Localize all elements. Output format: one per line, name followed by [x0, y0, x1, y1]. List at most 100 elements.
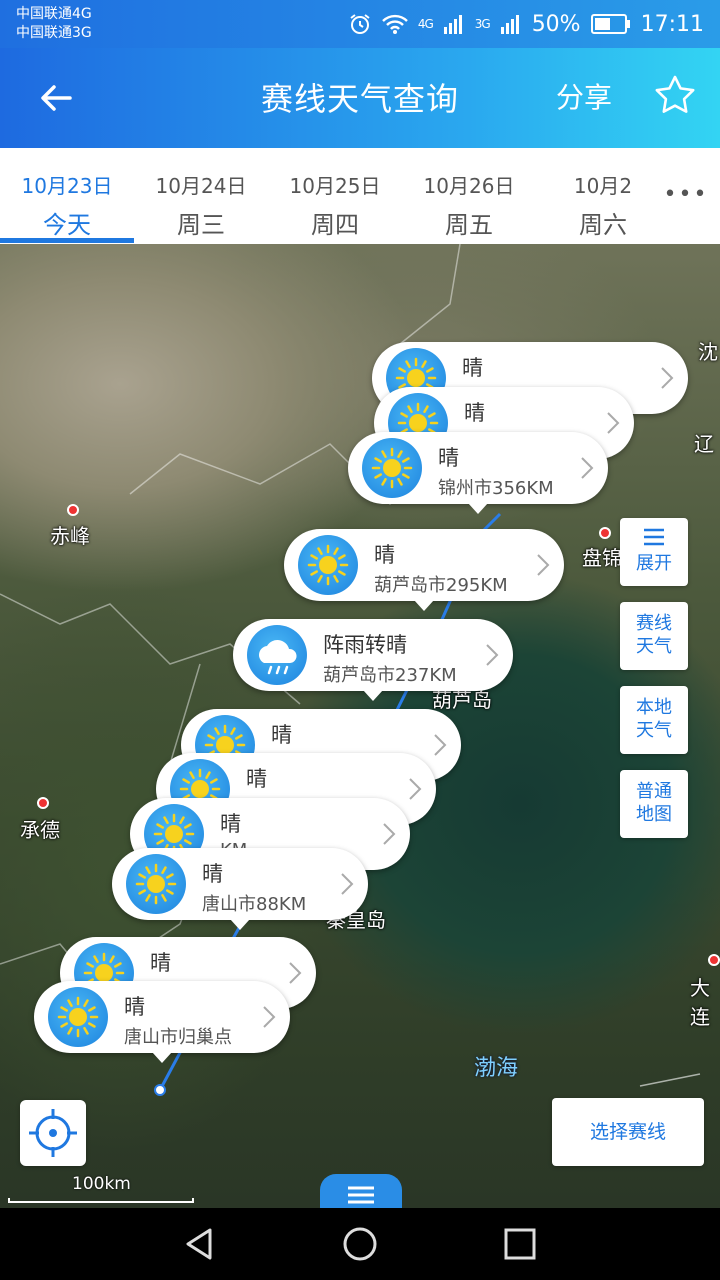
callout-location: 葫芦岛市295KM: [374, 575, 508, 596]
city-label: 大连: [690, 976, 710, 1029]
weather-callout[interactable]: 晴唐山市88KM: [112, 848, 368, 930]
chevron-right-icon: [288, 961, 302, 985]
tab-date-label: 10月26日: [423, 174, 515, 198]
expand-label: 展开: [636, 553, 672, 574]
tab-weekday-label: 周三: [177, 211, 225, 239]
chevron-right-icon: [340, 872, 354, 896]
more-dates-button[interactable]: •••: [652, 148, 720, 244]
callout-condition: 晴: [150, 951, 171, 975]
route-weather-button[interactable]: 赛线天气: [620, 602, 688, 670]
callout-condition: 晴: [220, 812, 241, 836]
tab-date-4[interactable]: 10月26日 周五: [402, 170, 536, 240]
carrier-2: 中国联通3G: [16, 25, 92, 41]
callout-condition: 晴: [374, 543, 395, 567]
tab-date-1[interactable]: 10月23日 今天: [0, 170, 134, 240]
tab-weekday-label: 周四: [311, 211, 359, 239]
chevron-right-icon: [536, 553, 550, 577]
tab-weekday-label: 周五: [445, 211, 493, 239]
normal-map-label: 普通地图: [636, 781, 672, 825]
chevron-right-icon: [580, 456, 594, 480]
tab-date-3[interactable]: 10月25日 周四: [268, 170, 402, 240]
tab-weekday-label: 周六: [579, 211, 627, 239]
app-bar: 赛线天气查询 分享: [0, 48, 720, 148]
tab-weekday-label: 今天: [43, 211, 91, 239]
sunny-icon: [126, 854, 186, 914]
city-label: 赤峰: [50, 524, 90, 548]
weather-callout[interactable]: 晴唐山市归巢点: [34, 981, 290, 1063]
local-weather-button[interactable]: 本地天气: [620, 686, 688, 754]
callout-location: 葫芦岛市237KM: [323, 665, 457, 686]
signal-4g-icon: [443, 15, 462, 34]
tab-date-label: 10月2: [573, 174, 633, 198]
city-label: 盘锦: [582, 546, 622, 570]
callout-condition: 晴: [271, 723, 292, 747]
menu-lines-icon: [644, 528, 664, 546]
status-bar: 中国联通4G 中国联通3G 4G 3G 50% 17:11: [0, 0, 720, 48]
nav-home-icon[interactable]: [340, 1224, 380, 1264]
callout-location: 唐山市88KM: [202, 894, 307, 915]
chevron-right-icon: [485, 643, 499, 667]
tab-date-label: 10月23日: [21, 174, 113, 198]
callout-condition: 晴: [462, 356, 483, 380]
chevron-right-icon: [660, 366, 674, 390]
chevron-right-icon: [408, 777, 422, 801]
callout-condition: 晴: [438, 446, 459, 470]
chevron-right-icon: [606, 411, 620, 435]
active-tab-indicator: [0, 238, 134, 243]
wifi-icon: [381, 14, 408, 34]
carrier-1: 中国联通4G: [16, 6, 92, 22]
locate-button[interactable]: [20, 1100, 86, 1166]
expand-button[interactable]: 展开: [620, 518, 688, 586]
callout-condition: 晴: [246, 767, 267, 791]
system-nav-bar: [0, 1208, 720, 1280]
tab-date-2[interactable]: 10月24日 周三: [134, 170, 268, 240]
weather-callout[interactable]: 阵雨转晴葫芦岛市237KM: [233, 619, 513, 701]
route-weather-label: 赛线天气: [636, 613, 672, 657]
callout-condition: 晴: [202, 862, 223, 886]
crosshair-icon: [29, 1109, 77, 1157]
nav-back-icon[interactable]: [180, 1224, 220, 1264]
battery-percent: 50%: [531, 11, 581, 37]
callout-condition: 晴: [464, 401, 485, 425]
sea-label: 渤海: [474, 1056, 519, 1081]
sunny-icon: [362, 438, 422, 498]
city-label: 沈: [698, 340, 718, 364]
map-scale-label: 100km: [72, 1174, 131, 1194]
city-marker: [37, 797, 49, 809]
city-marker: [708, 954, 720, 966]
favorite-star-icon[interactable]: [654, 74, 696, 116]
sunny-icon: [48, 987, 108, 1047]
share-button[interactable]: 分享: [556, 76, 612, 116]
callout-condition: 阵雨转晴: [323, 633, 407, 657]
weather-callout[interactable]: 晴葫芦岛市295KM: [284, 529, 564, 611]
local-weather-label: 本地天气: [636, 697, 672, 741]
signal-3g-label: 3G: [474, 17, 491, 31]
city-label: 承德: [20, 818, 60, 842]
signal-3g-icon: [500, 15, 519, 34]
callout-location: 唐山市归巢点: [124, 1027, 232, 1048]
callout-condition: 晴: [124, 995, 145, 1019]
tab-date-label: 10月25日: [289, 174, 381, 198]
normal-map-button[interactable]: 普通地图: [620, 770, 688, 838]
map-scale-bar: [8, 1198, 194, 1203]
tab-date-label: 10月24日: [155, 174, 247, 198]
shower-icon: [247, 625, 307, 685]
weather-callout[interactable]: 晴锦州市356KM: [348, 432, 608, 514]
city-marker: [67, 504, 79, 516]
sunny-icon: [298, 535, 358, 595]
battery-icon: [590, 14, 630, 34]
date-tabs: 10月23日 今天 10月24日 周三 10月25日 周四 10月26日 周五 …: [0, 148, 720, 244]
city-label: 辽: [694, 432, 714, 456]
chevron-right-icon: [433, 733, 447, 757]
select-route-button[interactable]: 选择赛线: [552, 1098, 704, 1166]
alarm-icon: [350, 14, 370, 34]
city-marker: [599, 527, 611, 539]
tab-date-5[interactable]: 10月2 周六: [536, 170, 670, 240]
carrier-info: 中国联通4G 中国联通3G: [16, 5, 92, 43]
nav-recents-icon[interactable]: [500, 1224, 540, 1264]
status-icons: 4G 3G 50% 17:11: [348, 8, 704, 40]
clock: 17:11: [640, 11, 704, 37]
chevron-right-icon: [382, 822, 396, 846]
signal-4g-label: 4G: [417, 17, 434, 31]
chevron-right-icon: [262, 1005, 276, 1029]
